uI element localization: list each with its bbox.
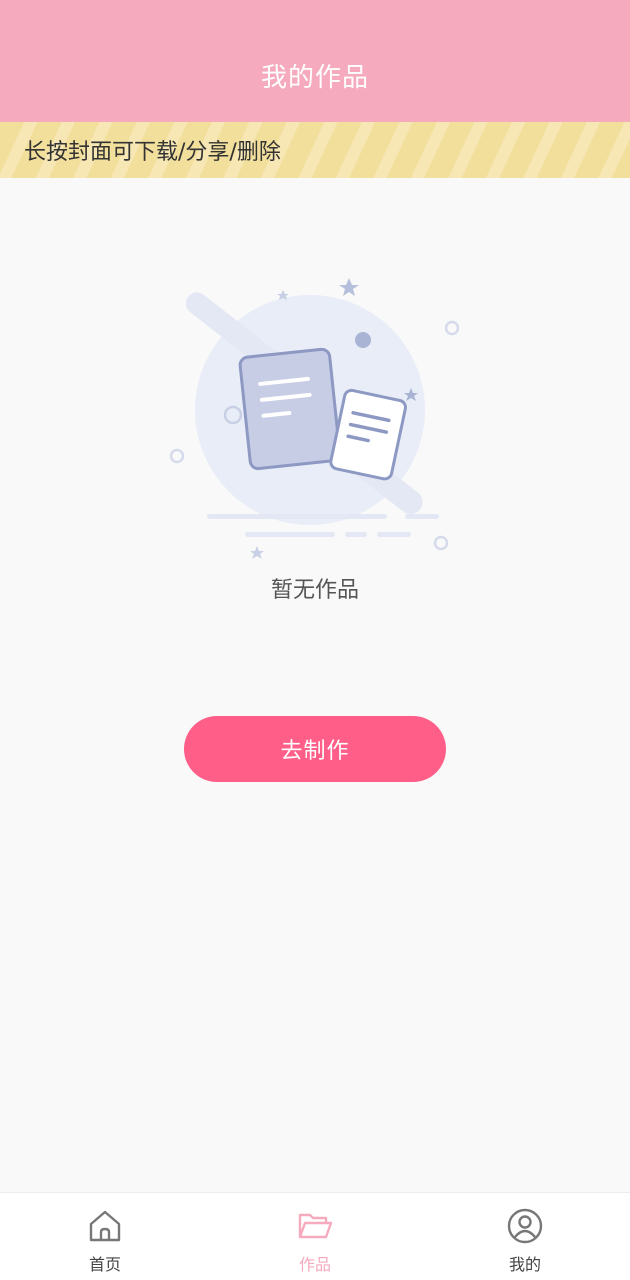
app-header: 我的作品 [0, 0, 630, 122]
empty-documents-icon [165, 270, 465, 570]
home-icon [89, 1210, 121, 1242]
user-circle-icon [507, 1208, 543, 1244]
tab-mine-label: 我的 [508, 1255, 541, 1274]
tab-works[interactable]: 作品 [210, 1193, 420, 1280]
tip-banner: 长按封面可下载/分享/删除 [0, 122, 630, 178]
page-title: 我的作品 [260, 63, 369, 93]
tab-works-label: 作品 [298, 1255, 331, 1274]
tip-text: 长按封面可下载/分享/删除 [24, 140, 281, 165]
tab-home[interactable]: 首页 [0, 1193, 210, 1280]
empty-message: 暂无作品 [270, 578, 359, 603]
tab-mine[interactable]: 我的 [420, 1193, 630, 1280]
tab-home-label: 首页 [88, 1255, 121, 1274]
go-make-button[interactable]: 去制作 [184, 716, 446, 782]
bottom-tab-bar: 首页 作品 我的 [0, 1192, 630, 1280]
folder-open-icon [298, 1213, 333, 1239]
